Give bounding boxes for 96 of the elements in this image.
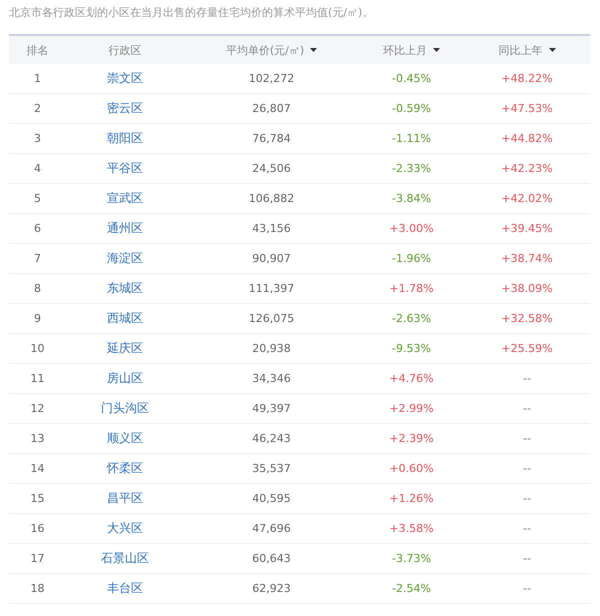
month-change-cell: +1.26%	[389, 492, 434, 505]
district-link[interactable]: 顺义区	[107, 430, 143, 447]
district-link[interactable]: 通州区	[107, 220, 143, 237]
column-header: 排名	[26, 42, 48, 58]
district-link[interactable]: 朝阳区	[107, 130, 143, 147]
district-link[interactable]: 西城区	[107, 310, 143, 327]
rank-cell: 10	[30, 342, 44, 355]
price-cell: 102,272	[248, 72, 294, 85]
month-change-cell: -2.54%	[392, 582, 431, 595]
district-link[interactable]: 东城区	[107, 280, 143, 297]
rank-cell: 1	[34, 72, 41, 85]
district-link[interactable]: 门头沟区	[101, 400, 149, 417]
rank-cell: 7	[34, 252, 41, 265]
rank-cell: 4	[34, 162, 41, 175]
month-change-cell: -3.84%	[392, 192, 431, 205]
year-change-cell: --	[523, 522, 531, 535]
year-change-cell: --	[523, 582, 531, 595]
month-change-cell: -0.45%	[392, 72, 431, 85]
price-cell: 60,643	[252, 552, 291, 565]
district-link[interactable]: 密云区	[107, 100, 143, 117]
price-cell: 62,923	[252, 582, 291, 595]
price-cell: 46,243	[252, 432, 291, 445]
rank-cell: 18	[30, 582, 44, 595]
price-cell: 47,696	[252, 522, 291, 535]
year-change-cell: +39.45%	[501, 222, 553, 235]
price-cell: 126,075	[248, 312, 294, 325]
price-cell: 40,595	[252, 492, 291, 505]
price-cell: 49,397	[252, 402, 291, 415]
rank-cell: 8	[34, 282, 41, 295]
month-change-cell: -0.59%	[392, 102, 431, 115]
year-change-cell: +42.02%	[501, 192, 553, 205]
year-change-cell: +38.74%	[501, 252, 553, 265]
price-cell: 24,506	[252, 162, 291, 175]
column-header[interactable]: 环比上月	[383, 42, 440, 58]
year-change-cell: --	[523, 402, 531, 415]
rank-cell: 3	[34, 132, 41, 145]
year-change-cell: +32.58%	[501, 312, 553, 325]
rank-cell: 5	[34, 192, 41, 205]
year-change-cell: +25.59%	[501, 342, 553, 355]
rank-cell: 15	[30, 492, 44, 505]
district-link[interactable]: 延庆区	[107, 340, 143, 357]
district-link[interactable]: 昌平区	[107, 490, 143, 507]
price-cell: 90,907	[252, 252, 291, 265]
district-link[interactable]: 平谷区	[107, 160, 143, 177]
price-cell: 111,397	[248, 282, 294, 295]
price-cell: 34,346	[252, 372, 291, 385]
district-link[interactable]: 房山区	[107, 370, 143, 387]
rank-cell: 2	[34, 102, 41, 115]
month-change-cell: -1.96%	[392, 252, 431, 265]
column-header: 行政区	[108, 42, 142, 58]
rank-cell: 9	[34, 312, 41, 325]
rank-cell: 11	[30, 372, 44, 385]
month-change-cell: -9.53%	[392, 342, 431, 355]
district-link[interactable]: 怀柔区	[107, 460, 143, 477]
price-cell: 76,784	[252, 132, 291, 145]
month-change-cell: +2.99%	[389, 402, 434, 415]
table-caption: 北京市各行政区划的小区在当月出售的存量住宅均价的算术平均值(元/㎡)。	[9, 5, 374, 21]
rank-cell: 14	[30, 462, 44, 475]
year-change-cell: --	[523, 372, 531, 385]
year-change-cell: +44.82%	[501, 132, 553, 145]
year-change-cell: --	[523, 492, 531, 505]
month-change-cell: -2.33%	[392, 162, 431, 175]
month-change-cell: +1.78%	[389, 282, 434, 295]
rank-cell: 6	[34, 222, 41, 235]
rank-cell: 12	[30, 402, 44, 415]
month-change-cell: -2.63%	[392, 312, 431, 325]
district-link[interactable]: 丰台区	[107, 580, 143, 597]
month-change-cell: +4.76%	[389, 372, 434, 385]
month-change-cell: -1.11%	[392, 132, 431, 145]
column-header[interactable]: 平均单价(元/㎡)	[226, 42, 318, 58]
district-link[interactable]: 石景山区	[101, 550, 149, 567]
price-cell: 26,807	[252, 102, 291, 115]
month-change-cell: +0.60%	[389, 462, 434, 475]
year-change-cell: +48.22%	[501, 72, 553, 85]
district-link[interactable]: 崇文区	[107, 70, 143, 87]
year-change-cell: +42.23%	[501, 162, 553, 175]
price-cell: 20,938	[252, 342, 291, 355]
month-change-cell: +2.39%	[389, 432, 434, 445]
rank-cell: 16	[30, 522, 44, 535]
month-change-cell: +3.58%	[389, 522, 434, 535]
column-header[interactable]: 同比上年	[498, 42, 556, 58]
year-change-cell: --	[523, 432, 531, 445]
month-change-cell: -3.73%	[392, 552, 431, 565]
rank-cell: 17	[30, 552, 44, 565]
year-change-cell: --	[523, 462, 531, 475]
year-change-cell: +47.53%	[501, 102, 553, 115]
district-link[interactable]: 海淀区	[107, 250, 143, 267]
price-cell: 106,882	[248, 192, 294, 205]
rank-cell: 13	[30, 432, 44, 445]
district-link[interactable]: 大兴区	[107, 520, 143, 537]
month-change-cell: +3.00%	[389, 222, 434, 235]
price-cell: 35,537	[252, 462, 291, 475]
district-link[interactable]: 宣武区	[107, 190, 143, 207]
price-cell: 43,156	[252, 222, 291, 235]
year-change-cell: --	[523, 552, 531, 565]
year-change-cell: +38.09%	[501, 282, 553, 295]
